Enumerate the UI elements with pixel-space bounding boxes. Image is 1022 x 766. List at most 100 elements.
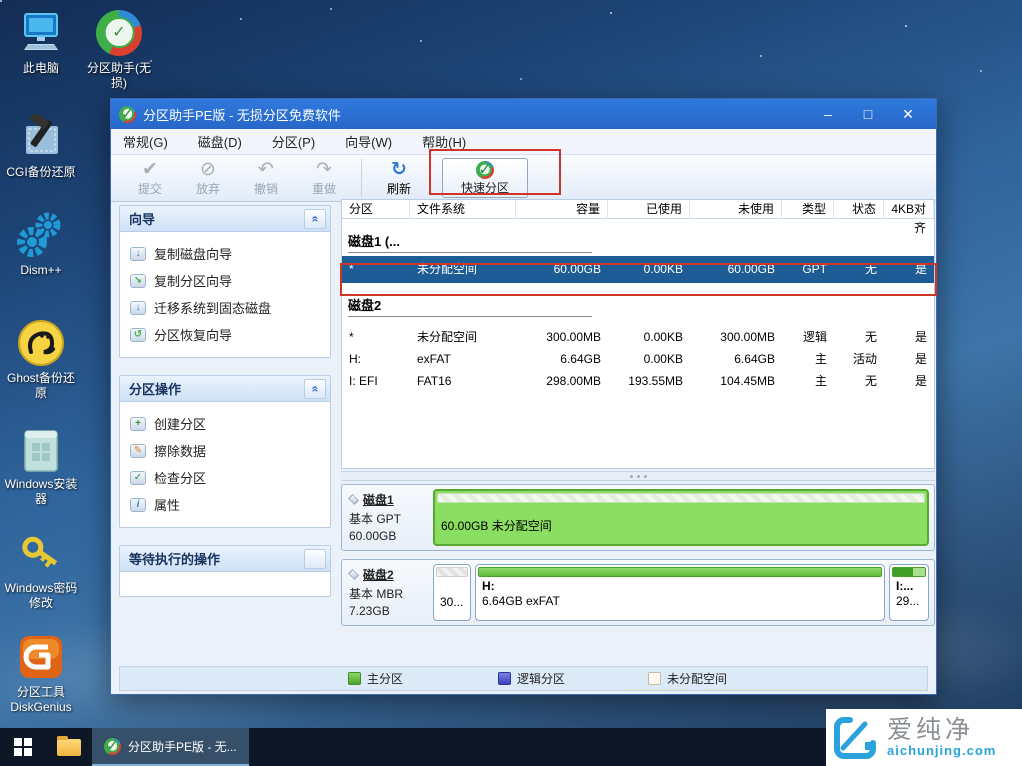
toolbar-separator (361, 159, 362, 197)
disk-icon: 磁盘1 (349, 491, 429, 508)
watermark: 爱纯净 aichunjing.com (826, 709, 1022, 766)
disk2-i-block[interactable]: I:... 29... (889, 564, 929, 621)
disk2-h-block[interactable]: H: 6.64GB exFAT (475, 564, 885, 621)
disk2-meta: 磁盘2 基本 MBR 7.23GB (347, 564, 429, 621)
table-row-disk2-unallocated[interactable]: * 未分配空间 300.00MB 0.00KB 300.00MB 逻辑 无 是 (342, 326, 934, 348)
copy-partition-icon: ↘ (130, 274, 146, 288)
refresh-button[interactable]: ↻ 刷新 (370, 157, 428, 199)
col-unused[interactable]: 未使用 (690, 200, 782, 219)
partition-operations-header: 分区操作 « (120, 376, 330, 402)
file-explorer-button[interactable] (46, 728, 92, 766)
desktop-icon-label: 分区工具DiskGenius (2, 685, 80, 715)
legend-unallocated: 未分配空间 (648, 670, 727, 687)
desktop-icon-label: Ghost备份还原 (2, 371, 80, 401)
table-row-disk2-h[interactable]: H: exFAT 6.64GB 0.00KB 6.64GB 主 活动 是 (342, 348, 934, 370)
desktop-icon-label: CGI备份还原 (2, 165, 80, 180)
menubar: 常规(G) 磁盘(D) 分区(P) 向导(W) 帮助(H) (111, 129, 936, 155)
disk2-panel: 磁盘2 基本 MBR 7.23GB 30... H: 6.64GB exFAT … (341, 559, 935, 626)
partition-operations-panel: 分区操作 « + 创建分区 ✎ 擦除数据 ✓ 检查分区 i 属性 (119, 375, 331, 528)
menu-disk[interactable]: 磁盘(D) (198, 132, 242, 151)
wizards-panel-header: 向导 « (120, 206, 330, 232)
sidebar-item-copy-partition-wizard[interactable]: ↘ 复制分区向导 (120, 267, 330, 294)
desktop-icon-dism[interactable]: Dism++ (2, 210, 80, 278)
titlebar[interactable]: 分区助手PE版 - 无损分区免费软件 – □ ✕ (111, 99, 936, 129)
logical-partition-swatch (498, 672, 511, 685)
desktop-icon-password-reset[interactable]: Windows密码修改 (2, 528, 80, 611)
desktop-icon-ghost-backup[interactable]: Ghost备份还原 (2, 318, 80, 401)
quick-partition-button[interactable]: 快速分区 (442, 158, 528, 198)
toolbar: ✔ 提交 ⊘ 放弃 ↶ 撤销 ↷ 重做 ↻ 刷新 快速分区 (111, 155, 936, 202)
sidebar-item-create-partition[interactable]: + 创建分区 (120, 410, 330, 437)
sidebar-item-properties[interactable]: i 属性 (120, 491, 330, 518)
undo-button[interactable]: ↶ 撤销 (237, 157, 295, 199)
pending-operations-panel: 等待执行的操作 (119, 545, 331, 597)
collapse-icon[interactable]: « (304, 209, 326, 229)
sidebar-item-check-partition[interactable]: ✓ 检查分区 (120, 464, 330, 491)
window-title: 分区助手PE版 - 无损分区免费软件 (143, 105, 808, 124)
partition-assistant-icon (94, 8, 144, 58)
discard-button[interactable]: ⊘ 放弃 (179, 157, 237, 199)
wizards-panel: 向导 « ↓ 复制磁盘向导 ↘ 复制分区向导 ↓ 迁移系统到固态磁盘 ↺ (119, 205, 331, 358)
commit-button[interactable]: ✔ 提交 (121, 157, 179, 199)
desktop-icon-this-pc[interactable]: 此电脑 (2, 8, 80, 76)
start-button[interactable] (0, 728, 46, 766)
col-partition[interactable]: 分区 (342, 200, 410, 219)
app-window: 分区助手PE版 - 无损分区免费软件 – □ ✕ 常规(G) 磁盘(D) 分区(… (110, 98, 937, 695)
minimize-button[interactable]: – (808, 101, 848, 127)
disk1-meta: 磁盘1 基本 GPT 60.00GB (347, 489, 429, 546)
desktop-icon-windows-installer[interactable]: Windows安装器 (2, 424, 80, 507)
properties-icon: i (130, 498, 146, 512)
folder-icon (57, 739, 81, 756)
menu-help[interactable]: 帮助(H) (422, 132, 466, 151)
dism-gears-icon (16, 210, 66, 260)
col-status[interactable]: 状态 (834, 200, 884, 219)
pending-operations-list (120, 572, 330, 596)
computer-icon (16, 8, 66, 58)
desktop-icon-label: 分区助手(无损) (80, 61, 158, 91)
redo-button[interactable]: ↷ 重做 (295, 157, 353, 199)
splitter-handle[interactable] (341, 471, 935, 481)
desktop-icon-label: Windows安装器 (2, 477, 80, 507)
refresh-icon: ↻ (391, 160, 407, 180)
copy-disk-icon: ↓ (130, 247, 146, 261)
desktop-icon-partition-assistant[interactable]: 分区助手(无损) (80, 8, 158, 91)
sidebar-item-copy-disk-wizard[interactable]: ↓ 复制磁盘向导 (120, 240, 330, 267)
desktop-icon-cgi-backup[interactable]: CGI备份还原 (2, 112, 80, 180)
maximize-button[interactable]: □ (848, 101, 888, 127)
menu-general[interactable]: 常规(G) (123, 132, 168, 151)
col-type[interactable]: 类型 (782, 200, 834, 219)
legend-logical: 逻辑分区 (498, 670, 565, 687)
table-header-row: 分区 文件系统 容量 已使用 未使用 类型 状态 4KB对齐 (342, 200, 934, 219)
menu-wizard[interactable]: 向导(W) (345, 132, 392, 151)
windows-installer-icon (16, 424, 66, 474)
table-row-disk2-i-efi[interactable]: I: EFI FAT16 298.00MB 193.55MB 104.45MB … (342, 370, 934, 392)
col-capacity[interactable]: 容量 (516, 200, 608, 219)
table-row-disk1-unallocated[interactable]: * 未分配空间 60.00GB 0.00KB 60.00GB GPT 无 是 (342, 256, 934, 283)
desktop-icon-label: Dism++ (2, 263, 80, 278)
collapse-icon[interactable]: « (304, 379, 326, 399)
sidebar-item-migrate-os-ssd[interactable]: ↓ 迁移系统到固态磁盘 (120, 294, 330, 321)
close-button[interactable]: ✕ (888, 101, 928, 127)
disk2-unallocated-block[interactable]: 30... (433, 564, 471, 621)
windows-logo-icon (14, 738, 32, 756)
check-partition-icon: ✓ (130, 471, 146, 485)
collapse-icon[interactable] (304, 549, 326, 569)
disk2-group-header: 磁盘2 (342, 283, 934, 320)
legend-primary: 主分区 (348, 670, 403, 687)
sidebar-item-wipe-data[interactable]: ✎ 擦除数据 (120, 437, 330, 464)
disk1-unallocated-block[interactable]: 60.00GB 未分配空间 (433, 489, 929, 546)
watermark-title: 爱纯净 (887, 717, 996, 743)
partition-assistant-icon (104, 738, 121, 755)
desktop-icon-diskgenius[interactable]: 分区工具DiskGenius (2, 632, 80, 715)
wallpaper-stars (0, 0, 2, 2)
taskbar-task-partition-assistant[interactable]: 分区助手PE版 - 无... (92, 728, 249, 766)
primary-partition-swatch (348, 672, 361, 685)
col-used[interactable]: 已使用 (608, 200, 690, 219)
col-4kb-align[interactable]: 4KB对齐 (884, 200, 934, 219)
sidebar-item-partition-recovery-wizard[interactable]: ↺ 分区恢复向导 (120, 321, 330, 348)
wipe-data-icon: ✎ (130, 444, 146, 458)
menu-partition[interactable]: 分区(P) (272, 132, 315, 151)
commit-check-icon: ✔ (142, 160, 158, 180)
col-filesystem[interactable]: 文件系统 (410, 200, 516, 219)
disk1-panel: 磁盘1 基本 GPT 60.00GB 60.00GB 未分配空间 (341, 484, 935, 551)
